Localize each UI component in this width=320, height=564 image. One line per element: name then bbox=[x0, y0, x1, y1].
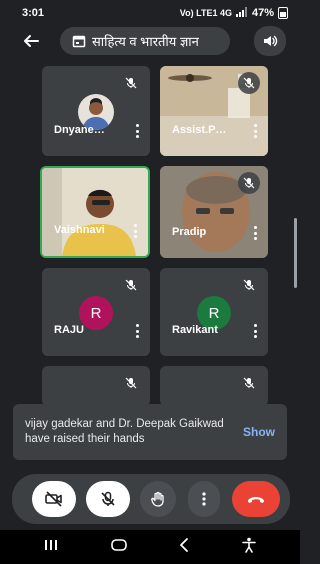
more-options-button[interactable] bbox=[188, 481, 220, 517]
speaker-button[interactable] bbox=[254, 26, 286, 56]
more-options-icon[interactable] bbox=[130, 224, 140, 238]
video-feed bbox=[42, 168, 148, 256]
participant-tile-partial[interactable] bbox=[42, 366, 150, 406]
camera-toggle-button[interactable] bbox=[32, 481, 76, 517]
mic-off-icon bbox=[238, 172, 260, 194]
accessibility-icon[interactable] bbox=[241, 537, 256, 558]
signal-icon bbox=[235, 7, 248, 19]
home-icon[interactable] bbox=[110, 538, 127, 556]
more-options-icon[interactable] bbox=[132, 324, 142, 338]
back-arrow-icon bbox=[24, 35, 39, 47]
recents-icon[interactable] bbox=[44, 538, 58, 556]
participant-tile-ravikant[interactable]: R Ravikant bbox=[160, 268, 268, 356]
more-vert-icon bbox=[202, 492, 206, 506]
mic-off-icon bbox=[120, 72, 142, 94]
participant-tile-vaishnavi[interactable]: Vaishnavi bbox=[40, 166, 150, 258]
mic-off-icon bbox=[120, 372, 142, 394]
raised-hands-notification: vijay gadekar and Dr. Deepak Gaikwad hav… bbox=[13, 404, 287, 460]
participant-tile-dnyane[interactable]: Dnyane… bbox=[42, 66, 150, 156]
end-call-icon bbox=[248, 497, 264, 503]
hand-icon bbox=[151, 491, 164, 507]
calendar-icon bbox=[72, 34, 86, 48]
raise-hand-button[interactable] bbox=[140, 481, 176, 517]
mic-off-icon bbox=[101, 491, 115, 506]
back-button[interactable] bbox=[18, 28, 44, 54]
notification-text: vijay gadekar and Dr. Deepak Gaikwad hav… bbox=[25, 418, 224, 445]
more-options-icon[interactable] bbox=[250, 324, 260, 338]
meeting-header: साहित्य व भारतीय ज्ञान bbox=[0, 26, 300, 56]
mic-off-icon bbox=[238, 372, 260, 394]
participant-name: RAJU bbox=[54, 324, 84, 336]
show-button[interactable]: Show bbox=[243, 425, 275, 439]
back-nav-icon[interactable] bbox=[179, 537, 189, 557]
mic-toggle-button[interactable] bbox=[86, 481, 130, 517]
system-nav-bar bbox=[0, 530, 300, 564]
battery-text: 47% bbox=[251, 7, 274, 19]
status-time: 3:01 bbox=[22, 7, 45, 19]
camera-off-icon bbox=[45, 491, 62, 507]
end-call-button[interactable] bbox=[232, 481, 280, 517]
more-options-icon[interactable] bbox=[250, 124, 260, 138]
scrollbar[interactable] bbox=[294, 218, 297, 288]
avatar-initial: R bbox=[90, 304, 102, 322]
meeting-title: साहित्य व भारतीय ज्ञान bbox=[92, 34, 199, 49]
status-bar: 3:01 Vo) LTE1 4G 47% bbox=[0, 0, 300, 26]
more-options-icon[interactable] bbox=[132, 124, 142, 138]
participant-name: Assist.P… bbox=[172, 124, 227, 136]
status-icons: Vo) LTE1 4G 47% bbox=[180, 7, 288, 19]
meeting-title-pill[interactable]: साहित्य व भारतीय ज्ञान bbox=[60, 27, 230, 55]
battery-icon bbox=[278, 7, 288, 19]
participant-name: Pradip bbox=[172, 226, 207, 238]
participant-tile-pradip[interactable]: Pradip bbox=[160, 166, 268, 258]
participant-tile-assist[interactable]: Assist.P… bbox=[160, 66, 268, 156]
avatar: R bbox=[79, 296, 113, 330]
avatar-initial: R bbox=[208, 304, 220, 322]
participant-name: Ravikant bbox=[172, 324, 218, 336]
participant-tile-raju[interactable]: R RAJU bbox=[42, 268, 150, 356]
mic-off-icon bbox=[238, 274, 260, 296]
network-text: Vo) LTE1 4G bbox=[179, 8, 232, 18]
participant-name: Vaishnavi bbox=[54, 224, 105, 236]
participant-tile-partial[interactable] bbox=[160, 366, 268, 406]
mic-off-icon bbox=[120, 274, 142, 296]
speaker-icon bbox=[264, 35, 278, 47]
more-options-icon[interactable] bbox=[250, 226, 260, 240]
participant-name: Dnyane… bbox=[54, 124, 105, 136]
mic-off-icon bbox=[238, 72, 260, 94]
call-controls bbox=[12, 474, 290, 524]
